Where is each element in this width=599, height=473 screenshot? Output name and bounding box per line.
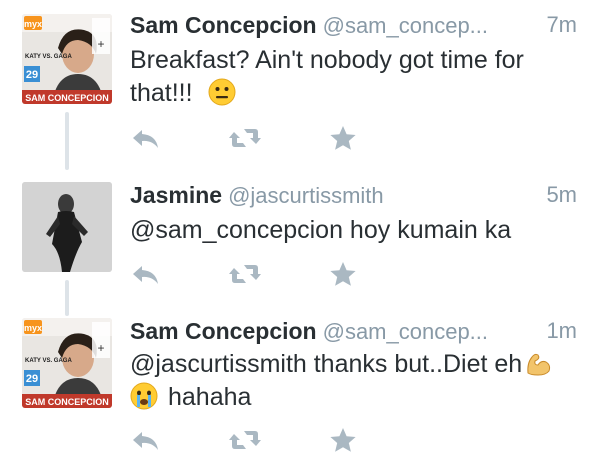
- display-name[interactable]: Sam Concepcion: [130, 318, 317, 344]
- tweet[interactable]: myx + KATY VS. GAGA 29 SAM CONCEPCION Sa…: [0, 318, 599, 473]
- tweet-text-line: Breakfast? Ain't nobody got time for: [130, 46, 524, 74]
- username[interactable]: @sam_concep...: [323, 13, 488, 38]
- reply-icon[interactable]: [130, 124, 162, 152]
- username[interactable]: @sam_concep...: [323, 319, 488, 344]
- retweet-icon[interactable]: [228, 124, 261, 152]
- timestamp[interactable]: 1m: [546, 318, 577, 344]
- tweet-header: Sam Concepcion @sam_concep... 7m: [130, 12, 577, 42]
- tweet-text: @jascurtissmith thanks but..Diet eh haha…: [130, 348, 579, 414]
- tweet-text: Breakfast? Ain't nobody got time for tha…: [130, 44, 569, 110]
- avatar[interactable]: [22, 182, 112, 272]
- avatar-banner: SAM CONCEPCION: [25, 93, 109, 103]
- avatar-banner: SAM CONCEPCION: [25, 397, 109, 407]
- tweet-text-line: @sam_concepcion hoy kumain ka: [130, 216, 512, 244]
- avatar-headline: KATY VS. GAGA: [25, 54, 72, 60]
- favorite-icon[interactable]: [328, 124, 360, 152]
- tweet[interactable]: myx + KATY VS. GAGA 29 SAM CONCEPCION Sa…: [0, 0, 599, 170]
- timestamp[interactable]: 7m: [546, 12, 577, 38]
- reply-icon[interactable]: [130, 426, 162, 454]
- svg-text:+: +: [97, 341, 104, 355]
- retweet-icon[interactable]: [228, 426, 261, 454]
- display-name[interactable]: Sam Concepcion: [130, 12, 317, 38]
- favorite-icon[interactable]: [328, 426, 360, 454]
- avatar[interactable]: myx + KATY VS. GAGA 29 SAM CONCEPCION: [22, 14, 112, 104]
- tweet-header: Sam Concepcion @sam_concep... 1m: [130, 318, 577, 348]
- neutral-face-emoji-icon: [208, 78, 236, 106]
- tweet[interactable]: Jasmine @jascurtissmith 5m @sam_concepcio…: [0, 170, 599, 318]
- avatar-brand-text: myx: [24, 19, 42, 29]
- reply-icon[interactable]: [130, 260, 162, 288]
- tweet-header: Jasmine @jascurtissmith 5m: [130, 182, 577, 212]
- tweet-text-segment: that!!!: [130, 79, 193, 107]
- avatar-issue-number: 29: [26, 69, 38, 81]
- favorite-icon[interactable]: [328, 260, 360, 288]
- avatar[interactable]: myx + KATY VS. GAGA 29 SAM CONCEPCION: [22, 318, 112, 408]
- tweet-text-line: that!!!: [130, 77, 569, 110]
- tweet-text-line: hahaha: [130, 381, 579, 414]
- avatar-issue-number: 29: [26, 373, 38, 385]
- username[interactable]: @jascurtissmith: [228, 183, 384, 208]
- tweet-text-segment: hahaha: [168, 383, 252, 411]
- crying-face-emoji-icon: [130, 382, 158, 410]
- tweet-text-segment: @jascurtissmith thanks but..Diet eh: [130, 350, 523, 378]
- tweet-text-line: @jascurtissmith thanks but..Diet eh: [130, 348, 579, 381]
- tweet-text: @sam_concepcion hoy kumain ka: [130, 214, 569, 247]
- timestamp[interactable]: 5m: [546, 182, 577, 208]
- retweet-icon[interactable]: [228, 260, 261, 288]
- flexed-biceps-emoji-icon: [524, 349, 552, 377]
- svg-text:+: +: [97, 37, 104, 51]
- avatar-brand-text: myx: [24, 323, 42, 333]
- avatar-headline: KATY VS. GAGA: [25, 358, 72, 364]
- display-name[interactable]: Jasmine: [130, 182, 222, 208]
